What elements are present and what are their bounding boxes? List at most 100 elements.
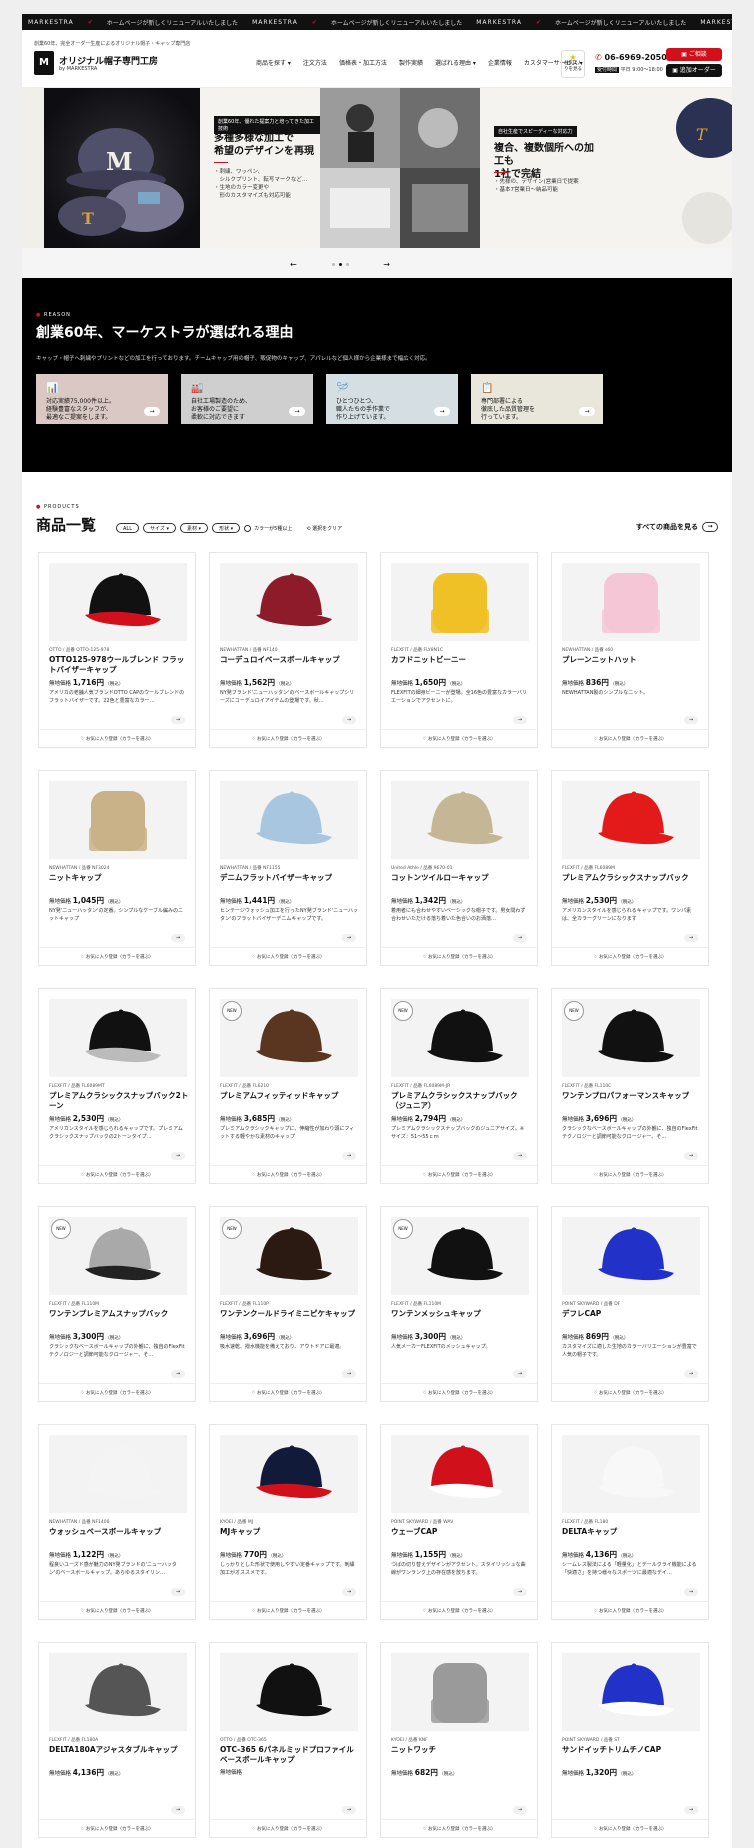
arrow-right-icon[interactable]: → [684,716,698,724]
favorite-button[interactable]: ♡ お気に入り登録（カラーを選ぶ） [39,1819,195,1838]
ticker-text[interactable]: ホームページが新しくリニューアルいたしました [331,18,462,27]
view-all-link[interactable]: すべての商品を見る → [636,522,718,532]
product-name[interactable]: OTC-365 6パネルミッドプロファイルベースボールキャップ [220,1745,360,1765]
product-image-box[interactable]: NEW [391,1217,529,1295]
product-card[interactable]: NEW FLEXFIT / 品番 FL110M ワンテンメッシュキャップ 無地価格 3… [380,1206,538,1402]
phone-number[interactable]: ✆ 06-6969-2050 [595,53,667,62]
arrow-right-icon[interactable]: → [171,934,185,942]
product-name[interactable]: MJキャップ [220,1527,360,1537]
product-image-box[interactable] [49,563,187,641]
product-image-box[interactable] [562,563,700,641]
product-image-box[interactable] [49,1653,187,1731]
arrow-right-icon[interactable]: → [342,1152,356,1160]
product-name[interactable]: ワンテンメッシュキャップ [391,1309,531,1319]
favorite-button[interactable]: ♡ お気に入り登録（カラーを選ぶ） [552,1383,708,1402]
nav-item[interactable]: 企業情報 [488,58,512,67]
arrow-right-icon[interactable]: → [171,1370,185,1378]
reason-card[interactable]: 🏭 自社工場製造のため、 お客様のご要望に 柔軟に対応できます → [181,374,313,424]
favorite-button[interactable]: ♡ お気に入り登録（カラーを選ぶ） [552,1165,708,1184]
product-name[interactable]: ワンテンプロパフォーマンスキャップ [562,1091,702,1101]
product-image-box[interactable] [391,1435,529,1513]
arrow-right-icon[interactable]: → [513,1806,527,1814]
product-image-box[interactable] [562,1217,700,1295]
nav-item[interactable]: 製作実績 [399,58,423,67]
favorite-button[interactable]: ♡ お気に入り登録（カラーを選ぶ） [381,1819,537,1838]
favorites-button[interactable]: ★ お気に入りを見る [561,50,585,78]
favorite-button[interactable]: ♡ お気に入り登録（カラーを選ぶ） [381,1165,537,1184]
reason-card[interactable]: 📋 専門部署による 徹底した品質管理を 行っています。 → [471,374,603,424]
arrow-right-icon[interactable]: → [684,934,698,942]
nav-item[interactable]: 選ばれる理由 ▾ [435,58,476,67]
color-filter-checkbox[interactable]: カラーが5種以上 [244,524,292,532]
product-image-box[interactable] [562,1653,700,1731]
arrow-right-icon[interactable]: → [579,407,595,416]
arrow-right-icon[interactable]: → [171,1152,185,1160]
favorite-button[interactable]: ♡ お気に入り登録（カラーを選ぶ） [39,1165,195,1184]
product-card[interactable]: United Athle / 品番 9670-01 コットンツイルローキャップ 無地… [380,770,538,966]
favorite-button[interactable]: ♡ お気に入り登録（カラーを選ぶ） [210,1165,366,1184]
product-name[interactable]: ニットワッチ [391,1745,531,1755]
favorite-button[interactable]: ♡ お気に入り登録（カラーを選ぶ） [210,1601,366,1620]
product-card[interactable]: NEW FLEXFIT / 品番 FL6089M-JR プレミアムクラシックスナップ… [380,988,538,1184]
filter-pill[interactable]: ALL [116,523,139,533]
product-image-box[interactable]: NEW [391,999,529,1077]
arrow-right-icon[interactable]: → [171,716,185,724]
product-name[interactable]: ワンテンプレミアムスナップバック [49,1309,189,1319]
product-name[interactable]: プレミアムフィッティッドキャップ [220,1091,360,1101]
favorite-button[interactable]: ♡ お気に入り登録（カラーを選ぶ） [39,1383,195,1402]
product-image-box[interactable] [220,563,358,641]
favorite-button[interactable]: ♡ お気に入り登録（カラーを選ぶ） [210,947,366,966]
consult-button[interactable]: ▣ ご相談 [666,48,722,61]
arrow-right-icon[interactable]: → [434,407,450,416]
product-image-box[interactable] [562,781,700,859]
product-name[interactable]: プレミアムクラシックスナップバック2トーン [49,1091,189,1111]
product-name[interactable]: プレーンニットハット [562,655,702,665]
product-card[interactable]: NEW FLEXFIT / 品番 FL110P ワンテンクールドライミニピケキャップ… [209,1206,367,1402]
arrow-right-icon[interactable]: → [342,1588,356,1596]
arrow-right-icon[interactable]: → [513,1588,527,1596]
arrow-right-icon[interactable]: → [684,1806,698,1814]
product-card[interactable]: NEWHATTAN / 品番 NF1155 デニムフラットバイザーキャップ 無地価格… [209,770,367,966]
filter-pill[interactable]: サイズ ▾ [143,523,176,533]
product-card[interactable]: NEWHATTAN / 品番 NF3024 ニットキャップ 無地価格 1,045円 … [38,770,196,966]
arrow-right-icon[interactable]: → [342,1806,356,1814]
product-name[interactable]: OTTO125-978ウールブレンド フラットバイザーキャップ [49,655,189,675]
product-image-box[interactable] [562,1435,700,1513]
product-image-box[interactable] [220,1653,358,1731]
filter-pill[interactable]: 素材 ▾ [179,523,209,533]
favorite-button[interactable]: ♡ お気に入り登録（カラーを選ぶ） [381,947,537,966]
prev-arrow-icon[interactable]: ← [290,260,297,269]
product-name[interactable]: DELTA180Aアジャスタブルキャップ [49,1745,189,1755]
product-card[interactable]: POINT SKYWARD / 品番 WAV ウェーブCAP 無地価格 1,155円… [380,1424,538,1620]
product-card[interactable]: NEW FLEXFIT / 品番 FL110M ワンテンプレミアムスナップバック 無地… [38,1206,196,1402]
product-card[interactable]: NEWHATTAN / 品番 s60 プレーンニットハット 無地価格 836円 （税… [551,552,709,748]
product-card[interactable]: FLEXFIT / 品番 FL180 DELTAキャップ 無地価格 4,136円 （… [551,1424,709,1620]
product-card[interactable]: POINT SKYWARD / 品番 ST サンドイッチトリムチノCAP 無地価格 … [551,1642,709,1838]
arrow-right-icon[interactable]: → [171,1806,185,1814]
arrow-right-icon[interactable]: → [684,1370,698,1378]
product-image-box[interactable] [220,1435,358,1513]
product-card[interactable]: POINT SKYWARD / 品番 DF デフレCAP 無地価格 869円 （税込… [551,1206,709,1402]
favorite-button[interactable]: ♡ お気に入り登録（カラーを選ぶ） [210,1819,366,1838]
favorite-button[interactable]: ♡ お気に入り登録（カラーを選ぶ） [39,947,195,966]
nav-item[interactable]: 注文方法 [303,58,327,67]
product-name[interactable]: ウォッシュベースボールキャップ [49,1527,189,1537]
next-arrow-icon[interactable]: → [383,260,390,269]
arrow-right-icon[interactable]: → [513,1370,527,1378]
product-name[interactable]: プレミアムクラシックスナップバック [562,873,702,883]
carousel-dot[interactable] [331,262,335,266]
nav-item[interactable]: 価格表・加工方法 [339,58,387,67]
site-logo[interactable]: M [34,51,54,75]
product-name[interactable]: ワンテンクールドライミニピケキャップ [220,1309,360,1319]
checkbox-circle[interactable] [244,524,252,532]
product-image-box[interactable]: NEW [49,1217,187,1295]
product-card[interactable]: FLEXFIT / 品番 FLY8N1C カフドニットビーニー 無地価格 1,650… [380,552,538,748]
favorite-button[interactable]: ♡ お気に入り登録（カラーを選ぶ） [381,1601,537,1620]
product-name[interactable]: ニットキャップ [49,873,189,883]
product-card[interactable]: FLEXFIT / 品番 FL180A DELTA180Aアジャスタブルキャップ無… [38,1642,196,1838]
product-image-box[interactable] [49,781,187,859]
product-image-box[interactable] [391,1653,529,1731]
ticker-text[interactable]: ホームページが新しくリニューアルいたしました [107,18,238,27]
arrow-right-icon[interactable]: → [684,1588,698,1596]
product-name[interactable]: DELTAキャップ [562,1527,702,1537]
